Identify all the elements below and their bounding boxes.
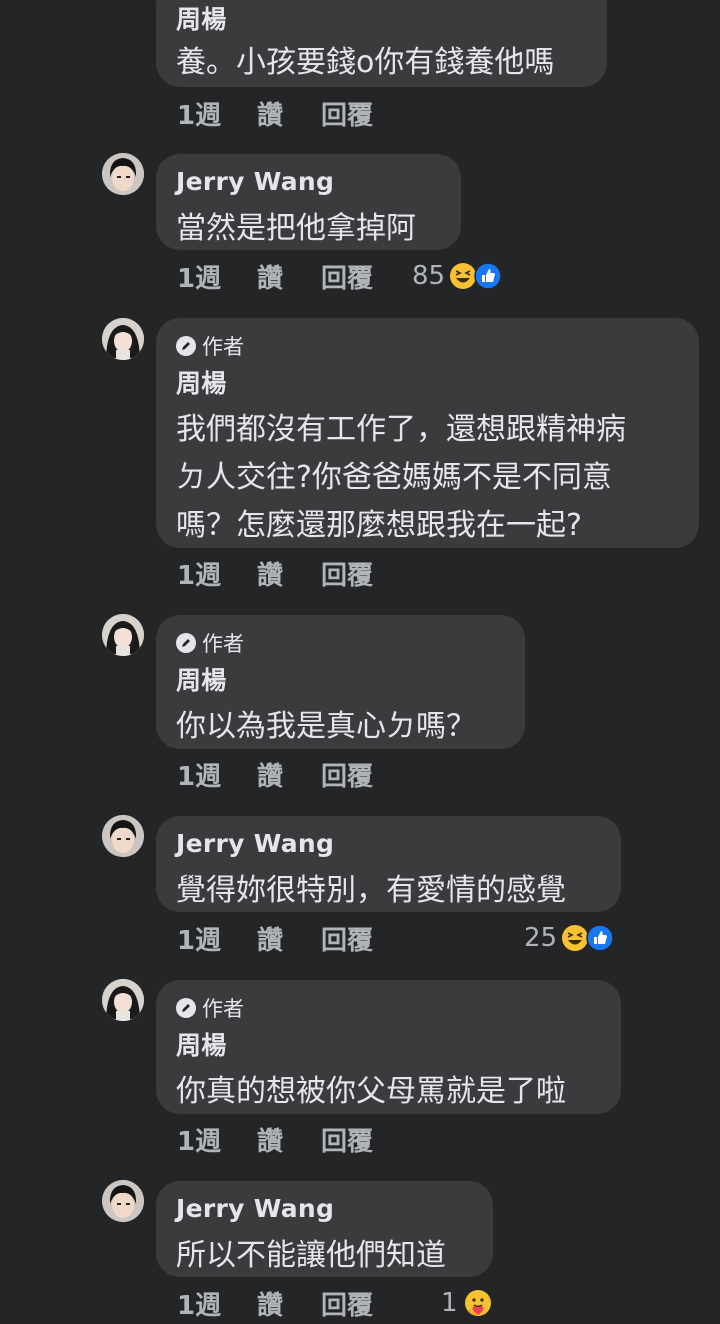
- avatar[interactable]: [102, 1180, 144, 1222]
- like-button[interactable]: 讚: [257, 1121, 321, 1158]
- avatar-image: [102, 153, 144, 195]
- comment-actions: 1週 讚 回覆: [177, 1285, 411, 1322]
- comment-actions: 1週 讚 回覆: [177, 920, 411, 957]
- like-thumb-icon: [586, 924, 614, 952]
- author-badge-label: 作者: [202, 335, 244, 359]
- author-badge-label: 作者: [202, 632, 244, 656]
- comment-timestamp[interactable]: 1週: [177, 1121, 257, 1158]
- avatar-image: [102, 1180, 144, 1222]
- reaction-summary[interactable]: 25: [524, 921, 614, 955]
- comment-bubble[interactable]: 作者 周楊 我們都沒有工作了，還想跟精神病 ㄉ人交往?你爸爸媽媽不是不同意 嗎？…: [156, 318, 699, 548]
- haha-emoji-icon: [450, 263, 477, 289]
- like-button[interactable]: 讚: [257, 258, 321, 295]
- comment-text-line: 嗎？怎麼還那麼想跟我在一起?: [176, 508, 582, 543]
- like-button[interactable]: 讚: [257, 756, 321, 793]
- avatar[interactable]: [102, 318, 144, 360]
- comment-timestamp[interactable]: 1週: [177, 1285, 257, 1322]
- like-button[interactable]: 讚: [257, 1285, 321, 1322]
- avatar-image: [102, 318, 144, 360]
- comment-timestamp[interactable]: 1週: [177, 920, 257, 957]
- comment-actions: 1週 讚 回覆: [177, 1121, 411, 1158]
- reaction-summary[interactable]: 85: [412, 259, 502, 293]
- comment-timestamp[interactable]: 1週: [177, 258, 257, 295]
- comment-author-name[interactable]: 周楊: [176, 364, 227, 400]
- comment-text: 覺得妳很特別，有愛情的感覺: [176, 873, 566, 908]
- avatar-image: [102, 614, 144, 656]
- haha-emoji-icon: [562, 925, 589, 951]
- reply-button[interactable]: 回覆: [321, 1285, 411, 1322]
- comment-text: 養。小孩要錢o你有錢養他嗎: [176, 45, 555, 80]
- comment-text: 你真的想被你父母罵就是了啦: [176, 1074, 566, 1109]
- author-badge: 作者: [176, 628, 244, 658]
- comment-bubble[interactable]: Jerry Wang 當然是把他拿掉阿: [156, 154, 461, 250]
- like-button[interactable]: 讚: [257, 95, 321, 132]
- comment-text: 所以不能讓他們知道: [176, 1238, 446, 1273]
- avatar[interactable]: [102, 153, 144, 195]
- avatar[interactable]: [102, 815, 144, 857]
- comment-text: 你以為我是真心ㄉ嗎？: [176, 709, 476, 744]
- reaction-count: 85: [412, 261, 446, 291]
- comment-text: 當然是把他拿掉阿: [176, 211, 416, 246]
- like-button[interactable]: 讚: [257, 920, 321, 957]
- comment-actions: 1週 讚 回覆: [177, 555, 411, 592]
- reaction-summary[interactable]: 1: [441, 1286, 492, 1320]
- comment-actions: 1週 讚 回覆: [177, 756, 411, 793]
- pen-icon: [176, 633, 196, 653]
- comment-timestamp[interactable]: 1週: [177, 555, 257, 592]
- comment-author-name[interactable]: Jerry Wang: [176, 1194, 334, 1223]
- comment-bubble[interactable]: 作者 周楊 你以為我是真心ㄉ嗎？: [156, 615, 525, 749]
- reply-button[interactable]: 回覆: [321, 258, 411, 295]
- pen-icon: [176, 998, 196, 1018]
- reaction-count: 1: [441, 1288, 458, 1318]
- reply-button[interactable]: 回覆: [321, 920, 411, 957]
- author-badge: 作者: [176, 993, 244, 1023]
- comment-text-line: ㄉ人交往?你爸爸媽媽不是不同意: [176, 460, 612, 495]
- comment-author-name[interactable]: 周楊: [176, 0, 227, 36]
- comment-author-name[interactable]: Jerry Wang: [176, 829, 334, 858]
- comment-timestamp[interactable]: 1週: [177, 95, 257, 132]
- reply-button[interactable]: 回覆: [321, 555, 411, 592]
- reply-button[interactable]: 回覆: [321, 756, 411, 793]
- pen-icon: [176, 336, 196, 356]
- comment-timestamp[interactable]: 1週: [177, 756, 257, 793]
- reaction-count: 25: [524, 923, 558, 953]
- reply-button[interactable]: 回覆: [321, 1121, 411, 1158]
- like-button[interactable]: 讚: [257, 555, 321, 592]
- comment-actions: 1週 讚 回覆: [177, 258, 411, 295]
- comment-author-name[interactable]: 周楊: [176, 1026, 227, 1062]
- like-thumb-icon: [474, 262, 502, 290]
- comment-text-line: 我們都沒有工作了，還想跟精神病: [176, 412, 626, 447]
- care-emoji-icon: [464, 1290, 491, 1316]
- comment-actions: 1週 讚 回覆: [177, 95, 411, 132]
- avatar[interactable]: [102, 979, 144, 1021]
- author-badge: 作者: [176, 331, 244, 361]
- comment-author-name[interactable]: Jerry Wang: [176, 167, 334, 196]
- author-badge-label: 作者: [202, 997, 244, 1021]
- comment-bubble[interactable]: 周楊 養。小孩要錢o你有錢養他嗎: [156, 0, 607, 87]
- avatar-image: [102, 815, 144, 857]
- avatar-image: [102, 979, 144, 1021]
- comment-author-name[interactable]: 周楊: [176, 661, 227, 697]
- comment-bubble[interactable]: 作者 周楊 你真的想被你父母罵就是了啦: [156, 980, 621, 1114]
- comment-bubble[interactable]: Jerry Wang 覺得妳很特別，有愛情的感覺: [156, 816, 621, 912]
- comment-bubble[interactable]: Jerry Wang 所以不能讓他們知道: [156, 1181, 493, 1277]
- reply-button[interactable]: 回覆: [321, 95, 411, 132]
- avatar[interactable]: [102, 614, 144, 656]
